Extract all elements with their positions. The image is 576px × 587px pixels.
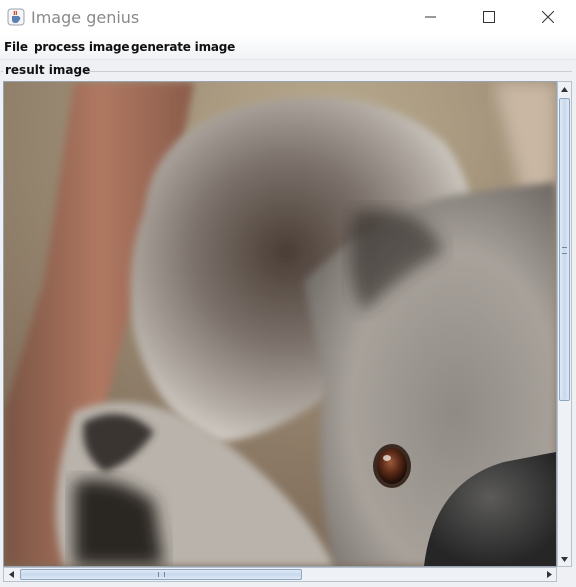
scroll-down-button[interactable]	[558, 552, 571, 566]
menu-generate-image[interactable]: generate image	[131, 40, 235, 54]
minimize-icon	[425, 16, 436, 18]
vertical-scroll-thumb[interactable]	[559, 98, 570, 401]
horizontal-scrollbar[interactable]	[3, 567, 557, 582]
titled-border-left	[1, 71, 3, 72]
chevron-down-icon	[561, 556, 568, 562]
minimize-button[interactable]	[408, 0, 454, 34]
chevron-up-icon	[561, 86, 568, 92]
close-button[interactable]	[525, 0, 571, 34]
chevron-right-icon	[546, 571, 552, 578]
maximize-button[interactable]	[466, 0, 512, 34]
scrollbar-corner	[557, 567, 572, 582]
close-icon	[542, 11, 554, 23]
titled-border-line	[78, 71, 572, 72]
menu-bar: File process image generate image	[0, 36, 576, 60]
panel-title: result image	[5, 63, 91, 77]
horizontal-scroll-thumb[interactable]	[20, 569, 302, 580]
java-coffee-cup-icon	[7, 8, 25, 26]
vertical-scrollbar[interactable]	[557, 81, 572, 567]
scroll-left-button[interactable]	[4, 568, 18, 581]
scroll-right-button[interactable]	[542, 568, 556, 581]
scroll-up-button[interactable]	[558, 82, 571, 96]
grip-icon	[158, 572, 165, 577]
grip-icon	[562, 247, 567, 254]
chevron-left-icon	[8, 571, 14, 578]
menu-file[interactable]: File	[4, 40, 28, 54]
title-bar[interactable]: Image genius	[0, 0, 576, 36]
result-image	[3, 81, 557, 567]
window-title: Image genius	[31, 8, 140, 27]
maximize-icon	[483, 11, 495, 23]
menu-process-image[interactable]: process image	[34, 40, 130, 54]
